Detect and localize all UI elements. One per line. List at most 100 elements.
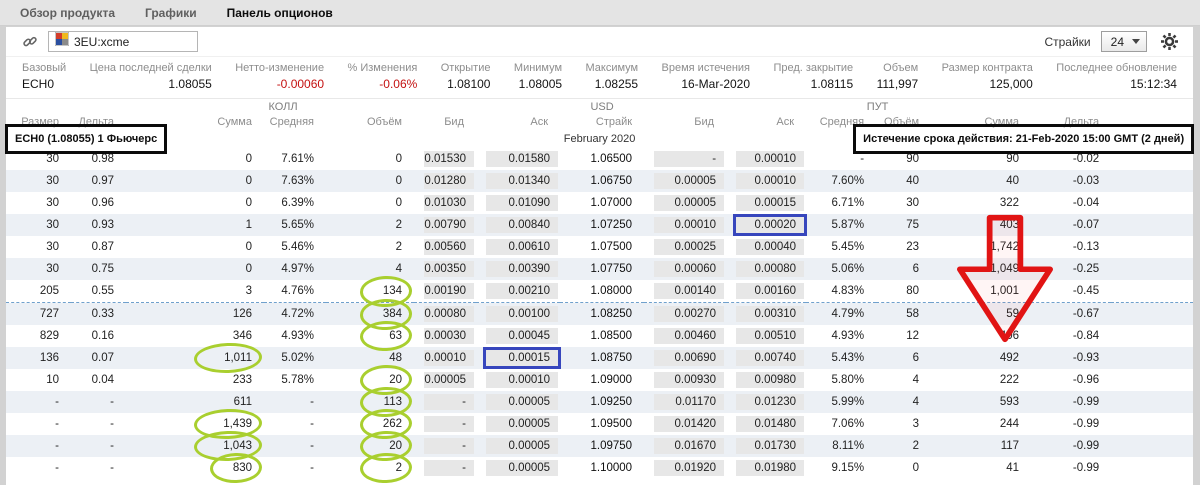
put-delta-cell[interactable]: -0.67 — [1031, 303, 1111, 326]
put-delta-cell[interactable]: -0.99 — [1031, 435, 1111, 457]
call-volume-cell[interactable]: 4 — [326, 258, 414, 280]
call-sum-cell[interactable]: 611 — [126, 391, 264, 413]
put-delta-cell[interactable]: -0.02 — [1031, 148, 1111, 170]
col-header-call-ask[interactable]: Аск — [476, 114, 560, 129]
call-sum-cell[interactable]: 1 — [126, 214, 264, 236]
option-row[interactable]: 30 0.98 0 7.61% 0 0.01530 0.01580 1.06500-0.000… — [6, 148, 1193, 170]
call-size-cell[interactable]: - — [6, 391, 71, 413]
col-header-put-sum[interactable]: Сумма — [931, 114, 1031, 129]
put-sum-cell[interactable]: 1,001 — [931, 280, 1032, 303]
put-sum-cell[interactable]: 406 — [931, 325, 1031, 347]
put-bid-cell[interactable]: 0.00010 — [644, 214, 726, 236]
col-header-call-size[interactable]: Размер — [6, 114, 71, 129]
put-sum-cell[interactable]: 40 — [931, 170, 1031, 192]
put-avg-cell[interactable]: 7.06% — [806, 413, 876, 435]
call-bid-cell[interactable]: 0.01030 — [414, 192, 476, 214]
put-delta-cell[interactable]: -0.84 — [1031, 325, 1111, 347]
strike-cell[interactable]: 1.08500 — [560, 325, 644, 347]
put-sum-cell[interactable]: 41 — [931, 457, 1031, 479]
put-volume-cell[interactable]: 6 — [876, 258, 931, 280]
put-ask-cell[interactable]: 0.01480 — [726, 413, 806, 435]
col-header-call-volume[interactable]: Объём — [326, 114, 414, 129]
call-volume-cell[interactable]: 262 — [326, 413, 414, 435]
put-delta-cell[interactable]: -0.07 — [1031, 214, 1111, 236]
call-sum-cell[interactable]: 126 — [126, 303, 264, 326]
call-delta-cell[interactable]: 0.33 — [71, 303, 126, 326]
option-row[interactable]: 10 0.04 233 5.78% 20 0.00005 0.00010 1.09000 0.0… — [6, 369, 1193, 391]
call-bid-cell[interactable]: 0.00030 — [414, 325, 476, 347]
tab-options-panel[interactable]: Панель опционов — [227, 6, 333, 20]
put-avg-cell[interactable]: 7.60% — [806, 170, 876, 192]
call-volume-cell[interactable]: 384 — [326, 303, 414, 326]
call-avg-cell[interactable]: 4.93% — [264, 325, 326, 347]
col-header-strike[interactable]: Страйк — [560, 114, 644, 129]
call-sum-cell[interactable]: 0 — [126, 258, 264, 280]
option-row[interactable]: 205 0.55 3 4.76% 134 0.00190 0.00210 1.08000 0.0… — [6, 280, 1194, 303]
col-header-put-delta[interactable]: Дельта — [1031, 114, 1111, 129]
call-volume-cell[interactable]: 20 — [326, 369, 414, 391]
put-ask-cell[interactable]: 0.00015 — [726, 192, 806, 214]
put-delta-cell[interactable]: -0.03 — [1031, 170, 1111, 192]
put-sum-cell[interactable]: 403 — [931, 214, 1031, 236]
put-bid-cell[interactable]: 0.00690 — [644, 347, 726, 369]
call-avg-cell[interactable]: 4.76% — [264, 280, 326, 303]
put-ask-cell[interactable]: 0.01730 — [726, 435, 806, 457]
call-sum-cell[interactable]: 346 — [126, 325, 264, 347]
put-ask-cell[interactable]: 0.00310 — [726, 303, 806, 326]
put-avg-cell[interactable]: 8.11% — [806, 435, 876, 457]
call-volume-cell[interactable]: 2 — [326, 236, 414, 258]
strikes-select[interactable]: 24 — [1100, 31, 1147, 52]
call-delta-cell[interactable]: 0.04 — [71, 369, 126, 391]
put-sum-cell[interactable]: 322 — [931, 192, 1031, 214]
call-size-cell[interactable]: 30 — [6, 214, 71, 236]
put-avg-cell[interactable]: 4.93% — [806, 325, 876, 347]
put-sum-cell[interactable]: 492 — [931, 347, 1031, 369]
call-size-cell[interactable]: 30 — [6, 170, 71, 192]
put-ask-cell[interactable]: 0.00010 — [726, 148, 806, 170]
call-delta-cell[interactable]: 0.07 — [71, 347, 126, 369]
strike-cell[interactable]: 1.09500 — [560, 413, 644, 435]
put-avg-cell[interactable]: 4.83% — [806, 280, 877, 303]
put-avg-cell[interactable]: 5.99% — [806, 391, 876, 413]
call-ask-cell[interactable]: 0.00005 — [476, 435, 560, 457]
put-volume-cell[interactable]: 4 — [876, 391, 931, 413]
call-sum-cell[interactable]: 0 — [126, 148, 264, 170]
call-size-cell[interactable]: 30 — [6, 258, 71, 280]
call-avg-cell[interactable]: 4.97% — [264, 258, 326, 280]
put-ask-cell[interactable]: 0.00020 — [726, 214, 806, 236]
call-size-cell[interactable]: - — [6, 413, 71, 435]
call-ask-cell[interactable]: 0.00010 — [476, 369, 560, 391]
call-delta-cell[interactable]: 0.93 — [71, 214, 126, 236]
put-avg-cell[interactable]: 5.06% — [806, 258, 876, 280]
put-sum-cell[interactable]: 90 — [931, 148, 1031, 170]
put-sum-cell[interactable]: 244 — [931, 413, 1031, 435]
option-row[interactable]: 30 0.96 0 6.39% 0 0.01030 0.01090 1.07000 0.0000… — [6, 192, 1193, 214]
call-avg-cell[interactable]: 4.72% — [264, 303, 326, 326]
strike-cell[interactable]: 1.06500 — [560, 148, 644, 170]
put-bid-cell[interactable]: 0.01670 — [644, 435, 726, 457]
call-avg-cell[interactable]: 5.78% — [264, 369, 326, 391]
call-volume-cell[interactable]: 0 — [326, 192, 414, 214]
call-sum-cell[interactable]: 0 — [126, 236, 264, 258]
tab-product-overview[interactable]: Обзор продукта — [20, 6, 115, 20]
call-bid-cell[interactable]: 0.01280 — [414, 170, 476, 192]
put-ask-cell[interactable]: 0.01230 — [726, 391, 806, 413]
option-row[interactable]: 30 0.87 0 5.46% 2 0.00560 0.00610 1.07500 0.0002… — [6, 236, 1193, 258]
put-avg-cell[interactable]: 5.87% — [806, 214, 876, 236]
put-bid-cell[interactable]: 0.00140 — [644, 280, 727, 303]
put-volume-cell[interactable]: 6 — [876, 347, 931, 369]
put-delta-cell[interactable]: -0.13 — [1031, 236, 1111, 258]
put-ask-cell[interactable]: 0.00040 — [726, 236, 806, 258]
put-bid-cell[interactable]: - — [644, 148, 726, 170]
put-avg-cell[interactable]: 5.80% — [806, 369, 876, 391]
call-bid-cell[interactable]: - — [414, 457, 476, 479]
put-delta-cell[interactable]: -0.99 — [1031, 391, 1111, 413]
put-sum-cell[interactable]: 59 — [931, 303, 1031, 326]
col-header-call-sum[interactable]: Сумма — [126, 114, 264, 129]
call-volume-cell[interactable]: 63 — [326, 325, 414, 347]
call-avg-cell[interactable]: - — [264, 413, 326, 435]
option-row[interactable]: - -1,043-20-0.00005 1.09750 0.01670 0.01730 8… — [6, 435, 1194, 457]
strike-cell[interactable]: 1.10000 — [560, 457, 644, 479]
put-ask-cell[interactable]: 0.00510 — [726, 325, 806, 347]
expiry-group-row[interactable]: February 2020 ECH0 (1.08055) 1 Фьючерс И… — [6, 129, 1193, 148]
